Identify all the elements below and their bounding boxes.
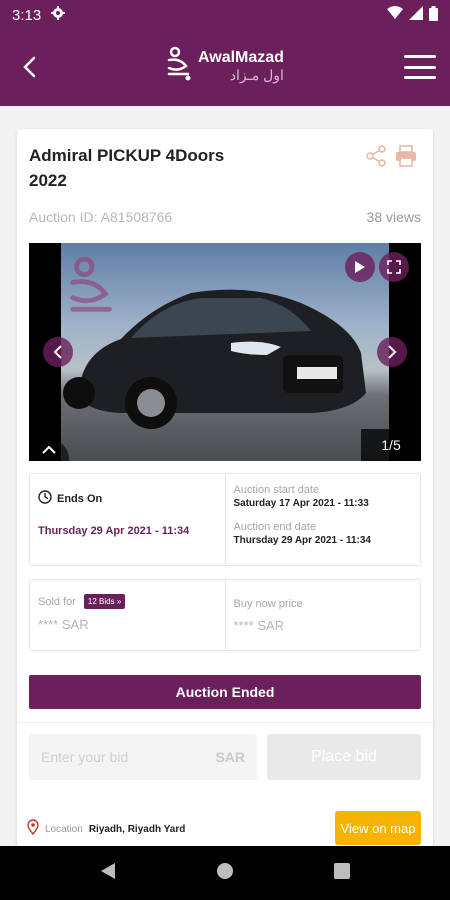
ends-on-heading: Ends On — [38, 490, 217, 507]
logo-watermark-icon — [67, 255, 117, 330]
status-time: 3:13 — [12, 6, 42, 24]
share-icon[interactable] — [365, 145, 387, 172]
pricing-box: Sold for 12 Bids » **** SAR Buy now pric… — [29, 579, 421, 651]
sold-for-label: Sold for — [38, 595, 76, 608]
location-label: Location — [45, 824, 83, 835]
fullscreen-icon[interactable] — [379, 252, 409, 282]
bid-input-placeholder: Enter your bid — [41, 749, 129, 765]
print-icon[interactable] — [395, 145, 417, 172]
auction-dates-cell: Auction start date Saturday 17 Apr 2021 … — [224, 474, 421, 565]
image-gallery[interactable]: 1/5 — [29, 243, 421, 461]
view-on-map-button[interactable]: View on map — [335, 811, 421, 845]
battery-icon — [429, 5, 438, 25]
ends-on-cell: Ends On Thursday 29 Apr 2021 - 11:34 — [30, 474, 225, 565]
start-date-label: Auction start date — [233, 484, 320, 496]
auction-timing-box: Ends On Thursday 29 Apr 2021 - 11:34 Auc… — [29, 473, 421, 566]
app-bar: AwalMazad اول مـزاد — [0, 30, 450, 106]
sold-for-cell: Sold for 12 Bids » **** SAR — [30, 580, 225, 650]
bids-count-badge[interactable]: 12 Bids » — [83, 594, 126, 609]
system-nav-bar — [0, 846, 450, 900]
place-bid-button[interactable]: Place bid — [267, 734, 421, 780]
settings-gear-icon — [51, 6, 66, 24]
status-bar: 3:13 — [0, 0, 450, 30]
nav-back-icon[interactable] — [100, 862, 116, 885]
listing-title: Admiral PICKUP 4Doors 2022 — [29, 146, 225, 190]
end-date-value: Thursday 29 Apr 2021 - 11:34 — [233, 535, 371, 546]
wifi-icon — [387, 6, 403, 24]
buy-now-label: Buy now price — [233, 598, 303, 610]
end-date-label: Auction end date — [233, 521, 317, 533]
sold-for-value: **** SAR — [38, 617, 89, 632]
logo-mark-icon — [166, 46, 192, 87]
listing-card: Admiral PICKUP 4Doors 2022 Auction ID: A… — [17, 129, 433, 849]
gallery-counter: 1/5 — [361, 429, 421, 461]
gallery-next-button[interactable] — [377, 337, 407, 367]
back-arrow-icon[interactable] — [14, 52, 44, 82]
nav-recents-icon[interactable] — [334, 862, 350, 884]
clock-icon — [38, 490, 52, 507]
logo-text-en: AwalMazad — [198, 49, 284, 66]
buy-now-cell: Buy now price **** SAR — [224, 580, 421, 650]
play-video-icon[interactable] — [345, 252, 375, 282]
ends-on-label: Ends On — [57, 492, 103, 505]
hamburger-menu-icon[interactable] — [404, 52, 436, 82]
logo-text-ar: اول مـزاد — [229, 67, 284, 83]
location-row: Location Riyadh, Riyadh Yard — [27, 819, 185, 840]
ends-on-value: Thursday 29 Apr 2021 - 11:34 — [38, 525, 190, 537]
nav-home-icon[interactable] — [216, 862, 234, 885]
start-date-value: Saturday 17 Apr 2021 - 11:33 — [233, 498, 369, 509]
location-pin-icon — [27, 819, 39, 840]
auction-id: Auction ID: A81508766 — [29, 209, 173, 225]
gallery-prev-button[interactable] — [43, 337, 73, 367]
auction-ended-banner: Auction Ended — [29, 675, 421, 709]
buy-now-value: **** SAR — [233, 618, 285, 633]
signal-icon — [409, 6, 423, 24]
bid-currency-label: SAR — [215, 749, 245, 765]
view-count: 38 views — [366, 209, 421, 225]
divider — [17, 722, 433, 723]
app-logo: AwalMazad اول مـزاد — [166, 46, 284, 87]
bid-amount-field[interactable]: Enter your bid SAR — [29, 734, 257, 780]
location-value: Riyadh, Riyadh Yard — [88, 824, 186, 835]
